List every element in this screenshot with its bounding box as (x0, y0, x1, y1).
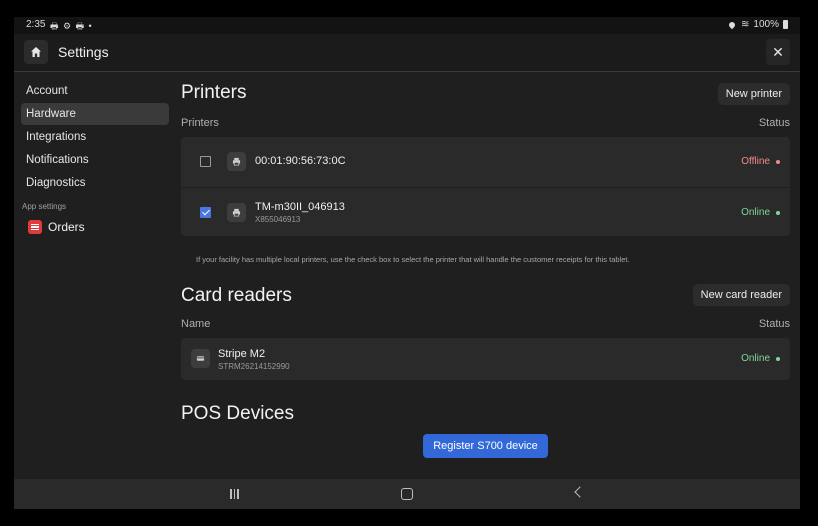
table-row[interactable]: Stripe M2 STRM26214152990 Online (181, 338, 790, 380)
sidebar-item-diagnostics[interactable]: Diagnostics (21, 172, 169, 194)
status-badge: Online (741, 353, 780, 364)
printers-list: 00:01:90:56:73:0C Offline TM-m30II_04691… (181, 137, 790, 236)
printers-title: Printers (181, 82, 247, 103)
status-badge: Online (741, 207, 780, 218)
printer-icon (227, 152, 246, 171)
printers-column-status: Status (758, 117, 790, 129)
card-reader-icon (191, 349, 210, 368)
printer-select-checkbox[interactable] (200, 207, 211, 218)
sidebar-item-notifications[interactable]: Notifications (21, 149, 169, 171)
battery-icon (783, 20, 788, 29)
printer-select-checkbox[interactable] (200, 156, 211, 167)
sidebar-item-hardware[interactable]: Hardware (21, 103, 169, 125)
status-dot-icon (776, 210, 780, 215)
printer-name: 00:01:90:56:73:0C (255, 155, 346, 167)
printer-name: TM-m30II_046913 (255, 201, 345, 213)
home-icon (31, 47, 41, 57)
sidebar-item-integrations[interactable]: Integrations (21, 126, 169, 148)
app-settings-label: App settings (22, 202, 67, 211)
card-reader-serial: STRM26214152990 (218, 362, 290, 371)
status-time: 2:35 (26, 19, 46, 30)
card-reader-status: Online (741, 353, 770, 364)
printers-hint: If your facility has multiple local prin… (196, 255, 630, 264)
status-bar: 2:35 🖶 ⚙ 🖶 • ≋ 100% (14, 17, 800, 34)
card-readers-column-status: Status (758, 318, 790, 330)
card-readers-title: Card readers (181, 285, 292, 306)
sidebar-item-orders-label: Orders (48, 220, 85, 234)
status-dot-icon (776, 159, 780, 164)
card-readers-list: Stripe M2 STRM26214152990 Online (181, 338, 790, 380)
close-button[interactable]: ✕ (766, 39, 790, 65)
page-title: Settings (58, 44, 109, 60)
app-bar: Settings ✕ (14, 34, 800, 72)
location-icon (727, 20, 737, 29)
card-readers-column-name: Name (181, 318, 211, 330)
system-nav-bar (14, 479, 800, 509)
sidebar-item-account[interactable]: Account (21, 80, 169, 102)
tablet-screen: 2:35 🖶 ⚙ 🖶 • ≋ 100% Settings ✕ Account H… (14, 17, 800, 509)
recent-apps-icon[interactable] (230, 489, 239, 499)
card-reader-name: Stripe M2 (218, 348, 266, 360)
printers-column-name: Printers (181, 117, 219, 129)
notification-icons: 🖶 ⚙ 🖶 • (50, 21, 93, 31)
printer-serial: X855046913 (255, 215, 301, 224)
home-button[interactable] (24, 40, 48, 64)
back-icon[interactable] (574, 486, 586, 498)
close-icon: ✕ (772, 43, 784, 60)
new-printer-button[interactable]: New printer (717, 83, 790, 105)
status-badge: Offline (741, 156, 780, 167)
orders-icon (28, 220, 42, 234)
printer-status: Online (741, 207, 770, 218)
new-card-reader-button[interactable]: New card reader (692, 284, 790, 306)
table-row[interactable]: TM-m30II_046913 X855046913 Online (181, 187, 790, 237)
sidebar-item-orders[interactable]: Orders (28, 220, 85, 234)
printer-status: Offline (741, 156, 770, 167)
register-s700-button[interactable]: Register S700 device (423, 434, 548, 458)
wifi-icon: ≋ (741, 19, 750, 30)
status-dot-icon (776, 356, 780, 361)
status-right: ≋ 100% (727, 19, 788, 30)
printer-icon (227, 203, 246, 222)
home-nav-icon[interactable] (401, 488, 413, 500)
pos-devices-title: POS Devices (181, 403, 294, 424)
battery-label: 100% (753, 19, 779, 30)
table-row[interactable]: 00:01:90:56:73:0C Offline (181, 137, 790, 186)
